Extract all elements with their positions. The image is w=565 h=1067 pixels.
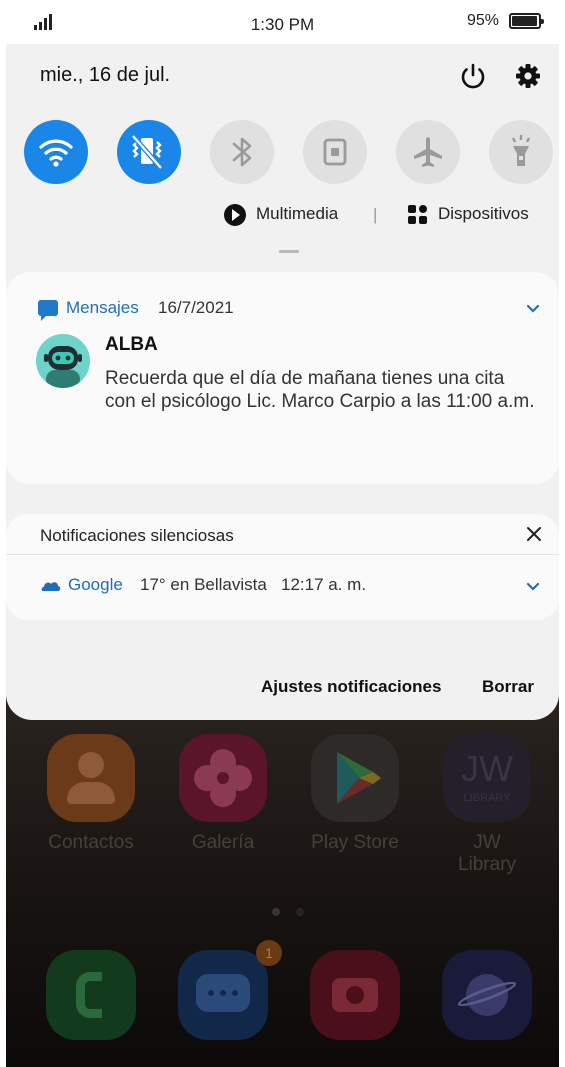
devices-icon[interactable]	[408, 205, 428, 225]
home-app-contacts[interactable]: Contactos	[46, 734, 136, 854]
qs-bluetooth-toggle[interactable]	[210, 120, 274, 184]
battery-icon	[509, 13, 544, 29]
silent-notifications-title: Notificaciones silenciosas	[40, 526, 234, 545]
avatar	[36, 334, 90, 388]
multimedia-button[interactable]: Multimedia	[256, 204, 338, 224]
flower-icon	[179, 734, 267, 822]
home-app-label: Galería	[191, 832, 255, 853]
silent-notification-app: Google	[68, 575, 123, 594]
multimedia-icon[interactable]	[224, 204, 246, 226]
home-app-label: Contactos	[48, 832, 134, 853]
cloud-icon	[41, 582, 61, 591]
message-icon	[38, 300, 58, 321]
notification-settings-button[interactable]: Ajustes notificaciones	[261, 677, 441, 697]
jw-icon-subtext: LIBRARY	[463, 792, 511, 804]
lock-icon	[323, 138, 347, 166]
battery-percent: 95%	[466, 12, 499, 29]
qs-sound-toggle[interactable]	[117, 120, 181, 184]
play-store-icon	[311, 734, 399, 822]
home-app-gallery[interactable]: Galería	[178, 734, 268, 854]
qs-rotation-lock-toggle[interactable]	[303, 120, 367, 184]
bluetooth-icon	[232, 137, 252, 167]
notification-sender: ALBA	[105, 334, 158, 355]
notification-time: 16/7/2021	[158, 298, 234, 317]
unread-badge: 1	[256, 940, 282, 966]
camera-icon[interactable]	[310, 950, 400, 1040]
close-icon[interactable]	[526, 526, 542, 542]
silent-notifications-card[interactable]: Notificaciones silenciosas Google 17° en…	[6, 514, 559, 620]
shade-handle[interactable]	[279, 250, 299, 253]
devices-button[interactable]: Dispositivos	[438, 204, 529, 224]
home-app-play-store[interactable]: Play Store	[310, 734, 400, 854]
qs-airplane-toggle[interactable]	[396, 120, 460, 184]
notification-shade: mie., 16 de jul. Multimedia | Dispositiv…	[6, 44, 559, 720]
internet-icon[interactable]	[442, 950, 532, 1040]
airplane-icon	[414, 137, 442, 167]
notification-app-name: Mensajes	[66, 298, 139, 317]
messages-icon[interactable]	[178, 950, 268, 1040]
notification-body: Recuerda que el día de mañana tienes una…	[105, 368, 535, 412]
chevron-down-icon[interactable]	[526, 304, 540, 314]
gear-icon[interactable]	[514, 62, 542, 90]
notification-card-messages[interactable]: Mensajes 16/7/2021 ALBA Recuerda que el …	[6, 272, 559, 484]
phone-icon[interactable]	[46, 950, 136, 1040]
home-screen-background: Contactos Galería Play Store JW LIBRARY …	[6, 690, 559, 1067]
flashlight-icon	[511, 135, 531, 166]
qs-flashlight-toggle[interactable]	[489, 120, 553, 184]
page-indicator	[272, 903, 320, 921]
home-app-label: JW Library	[457, 832, 517, 875]
shade-date: mie., 16 de jul.	[40, 64, 171, 86]
home-app-label: Play Store	[311, 832, 399, 853]
clear-button[interactable]: Borrar	[482, 677, 534, 697]
power-icon[interactable]	[458, 61, 488, 91]
wifi-icon	[39, 139, 73, 167]
contacts-icon	[47, 734, 135, 822]
separator: |	[373, 205, 378, 224]
home-app-jw-library[interactable]: JW LIBRARY JW Library	[442, 734, 532, 876]
jw-library-icon: JW LIBRARY	[443, 734, 531, 822]
silent-notification-text: 17° en Bellavista 12:17 a. m.	[140, 575, 367, 594]
divider	[6, 554, 559, 555]
status-bar: 1:30 PM 95%	[0, 0, 565, 44]
qs-wifi-toggle[interactable]	[24, 120, 88, 184]
vibrate-icon	[131, 134, 163, 170]
jw-icon-text: JW	[461, 748, 513, 789]
chevron-down-icon[interactable]	[526, 582, 540, 592]
